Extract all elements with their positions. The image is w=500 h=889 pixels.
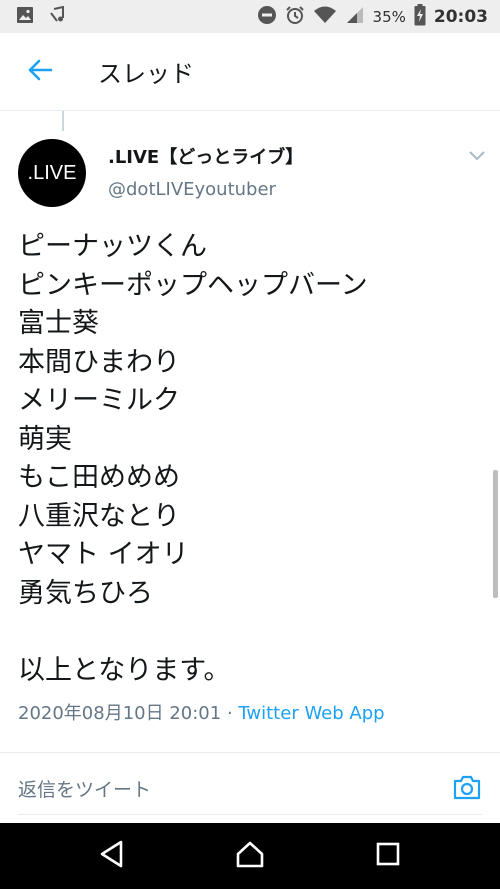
status-time: 20:03 bbox=[433, 6, 488, 27]
nav-back-button[interactable] bbox=[92, 836, 132, 876]
tweet-source-link[interactable]: Twitter Web App bbox=[238, 703, 384, 724]
tweet-header: .LIVE .LIVE【どっとライブ】 @dotLIVEyoutuber bbox=[0, 131, 500, 215]
tweet-line: メリーミルク bbox=[18, 385, 180, 416]
tweet-line: ピーナッツくん bbox=[18, 231, 207, 262]
tweet-line: 萌実 bbox=[18, 423, 72, 455]
status-bar: 35% 20:03 bbox=[0, 0, 500, 33]
do-not-disturb-icon bbox=[257, 5, 277, 29]
tweet-text: ピーナッツくんピンキーポップヘップバーン 富士葵本間ひまわり メリーミルク 萌実もこ田… bbox=[18, 228, 478, 690]
meta-separator: · bbox=[221, 703, 239, 724]
home-icon bbox=[235, 840, 265, 872]
tweet-meta: 2020年08月10日 20:01 · Twitter Web App bbox=[18, 699, 385, 725]
camera-icon bbox=[452, 773, 482, 805]
tweet-line: もこ田めめめ bbox=[18, 462, 180, 493]
signal-icon bbox=[345, 5, 365, 29]
display-name[interactable]: .LIVE【どっとライブ】 bbox=[108, 143, 303, 169]
tweet-line: ピンキーポップヘップバーン bbox=[18, 269, 368, 301]
nav-recents-button[interactable] bbox=[368, 836, 408, 876]
navigation-bar bbox=[0, 823, 500, 889]
image-icon bbox=[16, 6, 34, 28]
tweet-line: 勇気ちひろ bbox=[18, 577, 153, 609]
square-recents-icon bbox=[376, 842, 400, 870]
chevron-down-icon bbox=[468, 147, 486, 166]
triangle-back-icon bbox=[99, 840, 125, 872]
tweet-line: 富士葵 bbox=[18, 308, 99, 339]
battery-percent: 35% bbox=[372, 7, 406, 26]
page-title: スレッド bbox=[98, 60, 194, 88]
status-bar-system: 35% 20:03 bbox=[257, 3, 500, 30]
reply-input[interactable]: 返信をツイート bbox=[18, 775, 151, 802]
avatar-logo-text: .LIVE bbox=[27, 161, 77, 184]
music-icon bbox=[48, 5, 66, 28]
tweet-timestamp: 2020年08月10日 20:01 bbox=[18, 703, 222, 724]
tweet-line: 以上となります。 bbox=[18, 654, 231, 686]
tweet-menu-button[interactable] bbox=[464, 143, 490, 169]
camera-button[interactable] bbox=[450, 772, 484, 806]
arrow-left-icon bbox=[27, 57, 53, 87]
tweet-line: ヤマト イオリ bbox=[18, 539, 189, 570]
app-bar: スレッド bbox=[0, 33, 500, 111]
tweet-line: 八重沢なとり bbox=[18, 500, 180, 532]
status-bar-notifications bbox=[0, 5, 66, 28]
thread-connector-line bbox=[62, 111, 64, 131]
battery-charging-icon bbox=[414, 3, 426, 30]
scrollbar[interactable] bbox=[493, 470, 498, 598]
wifi-icon bbox=[313, 5, 337, 29]
tweet-line: 本間ひまわり bbox=[18, 346, 180, 378]
user-handle[interactable]: @dotLIVEyoutuber bbox=[108, 179, 276, 200]
nav-home-button[interactable] bbox=[230, 836, 270, 876]
avatar[interactable]: .LIVE bbox=[18, 139, 86, 207]
reply-underline bbox=[18, 814, 482, 815]
back-button[interactable] bbox=[12, 44, 68, 100]
alarm-icon bbox=[285, 5, 305, 29]
reply-bar: 返信をツイート bbox=[0, 753, 500, 823]
